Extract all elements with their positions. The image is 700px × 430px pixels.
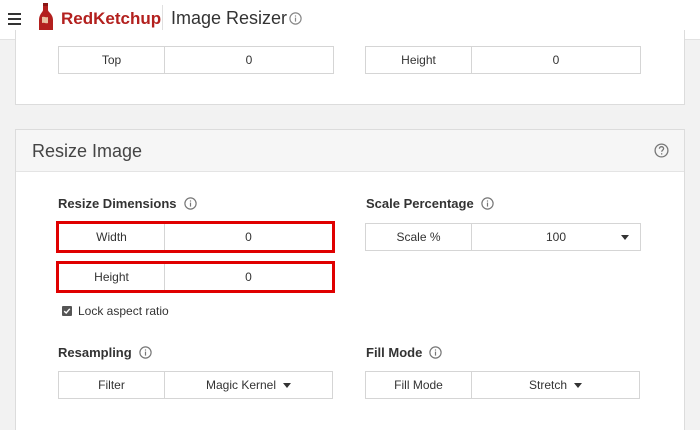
crop-height-field: Height 0	[365, 46, 641, 74]
resize-dimensions-title: Resize Dimensions	[58, 196, 177, 211]
width-label: Width	[59, 224, 165, 250]
height-field: Height 0	[56, 261, 335, 293]
height-input[interactable]: 0	[165, 264, 332, 290]
ketchup-bottle-icon[interactable]	[37, 3, 55, 33]
hamburger-icon[interactable]	[8, 13, 21, 25]
resize-card-header: Resize Image	[16, 130, 684, 172]
info-icon[interactable]	[183, 197, 197, 210]
lock-aspect-ratio-checkbox[interactable]: Lock aspect ratio	[62, 304, 169, 318]
scale-select[interactable]: 100	[472, 224, 640, 250]
scale-field: Scale % 100	[365, 223, 641, 251]
lock-aspect-ratio-label: Lock aspect ratio	[78, 304, 169, 318]
info-icon[interactable]	[289, 12, 302, 25]
filter-field: Filter Magic Kernel	[58, 371, 333, 399]
help-circle-icon[interactable]	[654, 143, 669, 158]
info-icon[interactable]	[429, 346, 443, 359]
resampling-heading: Resampling	[58, 345, 152, 360]
fill-mode-select[interactable]: Stretch	[472, 372, 639, 398]
crop-height-input[interactable]: 0	[472, 47, 640, 73]
info-icon[interactable]	[480, 197, 494, 210]
brand-name[interactable]: RedKetchup	[61, 9, 161, 29]
resampling-title: Resampling	[58, 345, 132, 360]
scale-percentage-heading: Scale Percentage	[366, 196, 494, 211]
fill-mode-value: Stretch	[528, 378, 567, 392]
caret-down-icon	[574, 382, 582, 388]
scale-label: Scale %	[366, 224, 472, 250]
fill-mode-label: Fill Mode	[366, 372, 472, 398]
top-label: Top	[59, 47, 165, 73]
filter-value: Magic Kernel	[205, 378, 277, 392]
scale-percentage-title: Scale Percentage	[366, 196, 474, 211]
height-label: Height	[59, 264, 165, 290]
fill-mode-title: Fill Mode	[366, 345, 423, 360]
top-input[interactable]: 0	[165, 47, 333, 73]
caret-down-icon	[621, 235, 629, 240]
filter-label: Filter	[59, 372, 165, 398]
check-icon[interactable]	[62, 306, 72, 316]
fill-mode-heading: Fill Mode	[366, 345, 443, 360]
width-field: Width 0	[56, 221, 335, 253]
app-title: Image Resizer	[171, 8, 288, 28]
scale-value: 100	[545, 230, 567, 244]
caret-down-icon	[283, 382, 292, 388]
crop-height-label: Height	[366, 47, 472, 73]
width-input[interactable]: 0	[165, 224, 332, 250]
top-field: Top 0	[58, 46, 334, 74]
info-icon[interactable]	[138, 346, 152, 359]
resize-dimensions-heading: Resize Dimensions	[58, 196, 197, 211]
filter-select[interactable]: Magic Kernel	[165, 372, 332, 398]
resize-card-title: Resize Image	[32, 141, 143, 161]
fill-mode-field: Fill Mode Stretch	[365, 371, 640, 399]
